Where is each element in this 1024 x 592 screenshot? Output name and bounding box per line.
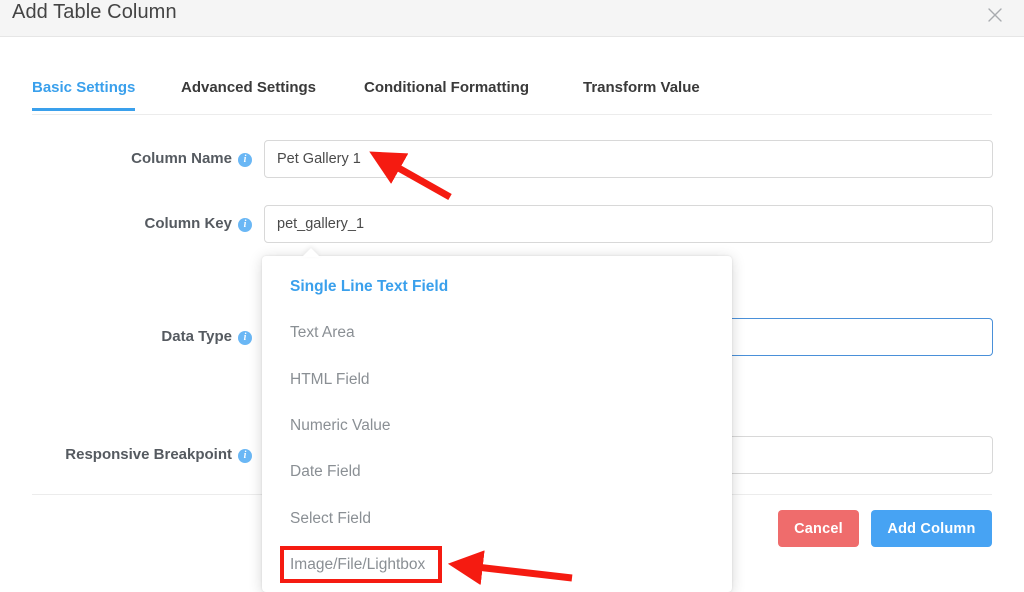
close-icon[interactable] [983,3,1007,27]
dropdown-option-text-area[interactable]: Text Area [290,324,355,342]
label-column-name: Column Name i [131,150,252,167]
info-icon[interactable]: i [238,218,252,232]
column-name-input[interactable] [264,140,993,178]
dropdown-option-html-field[interactable]: HTML Field [290,371,370,389]
dropdown-option-image-file-lightbox[interactable]: Image/File/Lightbox [290,556,425,574]
tab-basic-settings[interactable]: Basic Settings [32,79,136,111]
tab-transform-value[interactable]: Transform Value [583,79,700,108]
tab-bar: Basic Settings Advanced Settings Conditi… [32,79,992,115]
cancel-button[interactable]: Cancel [778,510,859,547]
info-icon[interactable]: i [238,331,252,345]
dropdown-option-select-field[interactable]: Select Field [290,510,371,528]
label-data-type: Data Type i [161,328,252,345]
dropdown-caret-icon [302,248,320,257]
dropdown-option-single-line-text-field[interactable]: Single Line Text Field [290,278,448,296]
tab-advanced-settings[interactable]: Advanced Settings [181,79,316,108]
dropdown-option-date-field[interactable]: Date Field [290,463,361,481]
add-column-button[interactable]: Add Column [871,510,992,547]
modal-header: Add Table Column [0,0,1024,37]
data-type-dropdown-menu: Single Line Text Field Text Area HTML Fi… [262,256,732,592]
tab-conditional-formatting[interactable]: Conditional Formatting [364,79,529,108]
info-icon[interactable]: i [238,449,252,463]
page-title: Add Table Column [12,1,177,23]
column-key-input[interactable] [264,205,993,243]
label-column-key: Column Key i [144,215,252,232]
label-responsive-breakpoint: Responsive Breakpoint i [65,446,252,463]
info-icon[interactable]: i [238,153,252,167]
dropdown-option-numeric-value[interactable]: Numeric Value [290,417,391,435]
